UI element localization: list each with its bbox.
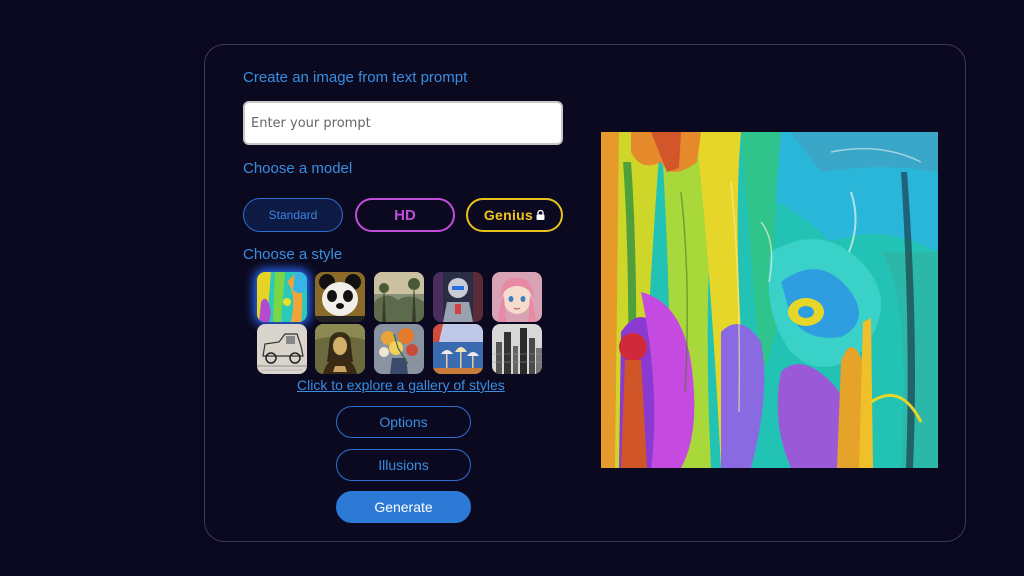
landscape-thumbnail	[374, 272, 424, 322]
style-thumb-robot[interactable]	[433, 272, 483, 322]
anime-girl-thumbnail	[492, 272, 542, 322]
gallery-link[interactable]: Click to explore a gallery of styles	[297, 377, 505, 393]
generate-button[interactable]: Generate	[336, 491, 471, 523]
style-thumb-flowers[interactable]	[374, 324, 424, 374]
style-thumb-mona-lisa[interactable]	[315, 324, 365, 374]
create-heading: Create an image from text prompt	[243, 69, 468, 86]
style-thumb-ink-city[interactable]	[492, 324, 542, 374]
style-thumb-sketch-car[interactable]	[257, 324, 307, 374]
style-thumb-landscape[interactable]	[374, 272, 424, 322]
generator-card: Create an image from text prompt Choose …	[204, 44, 966, 542]
mona-lisa-thumbnail	[315, 324, 365, 374]
ballet-dancers-thumbnail	[433, 324, 483, 374]
style-thumb-abstract[interactable]	[257, 272, 307, 322]
preview-image	[601, 132, 938, 468]
model-genius-label: Genius	[483, 207, 534, 223]
model-genius-button[interactable]: Genius	[466, 198, 563, 232]
model-heading: Choose a model	[243, 160, 353, 177]
abstract-painting-thumbnail	[257, 272, 307, 322]
model-standard-label: Standard	[268, 208, 318, 222]
abstract-painting-preview	[601, 132, 938, 468]
model-hd-label: HD	[394, 206, 416, 224]
style-thumb-anime[interactable]	[492, 272, 542, 322]
style-thumb-panda[interactable]	[315, 272, 365, 322]
style-thumb-ballet[interactable]	[433, 324, 483, 374]
lock-icon	[536, 210, 545, 220]
model-standard-button[interactable]: Standard	[243, 198, 343, 232]
panda-thumbnail	[315, 272, 365, 322]
flower-still-life-thumbnail	[374, 324, 424, 374]
ink-city-thumbnail	[492, 324, 542, 374]
robot-thumbnail	[433, 272, 483, 322]
options-button[interactable]: Options	[336, 406, 471, 438]
sketch-car-thumbnail	[257, 324, 307, 374]
style-heading: Choose a style	[243, 246, 343, 263]
illusions-button[interactable]: Illusions	[336, 449, 471, 481]
prompt-input[interactable]	[243, 101, 563, 145]
model-hd-button[interactable]: HD	[355, 198, 455, 232]
